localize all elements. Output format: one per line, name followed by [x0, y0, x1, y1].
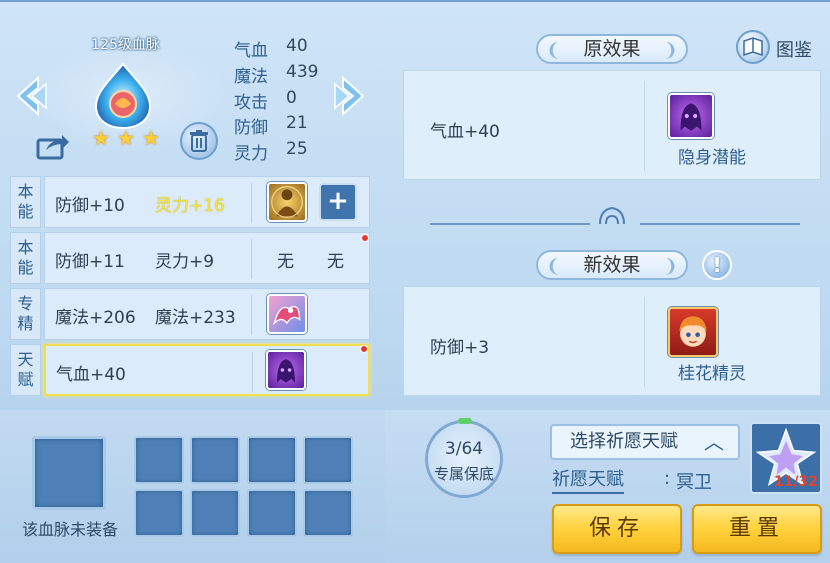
select-wish-label: 选择祈愿天赋 [570, 431, 678, 452]
add-plus-icon[interactable]: + [319, 183, 357, 221]
blood-vein-screen: 125级血脉 ★ ★ ★ 气血 40 魔法 439 攻击 0 防御 21 灵力 … [0, 0, 830, 563]
codex-label[interactable]: 图鉴 [776, 36, 812, 62]
divider [644, 81, 645, 171]
slot-row-instinct-1[interactable]: 本能 防御+10 灵力+16 + [10, 176, 370, 228]
new-effect-box: 防御+3 桂花精灵 [403, 286, 821, 396]
slot-attr-1: 气血+40 [56, 365, 126, 385]
star-icon: ★ [142, 126, 160, 150]
slot-body-selected[interactable]: 气血+40 [44, 344, 370, 396]
main-equipment-slot[interactable] [32, 436, 106, 510]
divider [251, 183, 252, 223]
slot-row-instinct-2[interactable]: 本能 防御+11 灵力+9 无 无 [10, 232, 370, 284]
slot-tag: 本能 [10, 232, 41, 284]
stat-label: 气血 [234, 41, 268, 61]
star-icon: ★ [92, 126, 110, 150]
equipment-slot[interactable] [303, 436, 353, 484]
info-alert-icon[interactable]: ! [702, 250, 732, 280]
stat-label: 魔法 [234, 67, 268, 87]
stat-value: 439 [286, 62, 319, 82]
invisible-ghost-icon[interactable] [668, 93, 714, 139]
reset-button[interactable]: 重置 [692, 504, 822, 554]
equipment-slot[interactable] [247, 489, 297, 537]
guarantee-count: 3/64 [444, 439, 484, 459]
stat-label: 防御 [234, 118, 268, 138]
unequipped-label: 该血脉未装备 [21, 520, 118, 539]
exclusive-guarantee-counter: 3/64 专属保底 [425, 418, 503, 498]
stat-value: 40 [286, 36, 308, 56]
original-effect-text: 气血+40 [430, 122, 500, 142]
slot-attr-2: 魔法+233 [155, 308, 236, 328]
slot-row-specialty[interactable]: 专精 魔法+206 魔法+233 [10, 288, 370, 340]
slot-body[interactable]: 魔法+206 魔法+233 [44, 288, 370, 340]
equipment-slot[interactable] [134, 436, 184, 484]
pink-dragon-icon[interactable] [267, 294, 307, 334]
stat-value: 0 [286, 88, 297, 108]
slot-body[interactable]: 防御+11 灵力+9 无 无 [44, 232, 370, 284]
chevron-up-icon: ︿ [704, 430, 724, 454]
select-wish-talent-dropdown[interactable]: 选择祈愿天赋 ︿ [550, 424, 740, 460]
save-button[interactable]: 保存 [552, 504, 682, 554]
slot-attr-1: 防御+10 [55, 196, 125, 216]
equipment-slot[interactable] [190, 489, 240, 537]
stat-value: 25 [286, 139, 308, 159]
star-icon: ★ [117, 126, 135, 150]
invisible-ghost-icon[interactable] [266, 350, 306, 390]
new-skill-name: 桂花精灵 [678, 364, 746, 384]
original-effect-title: 原效果 [536, 34, 688, 64]
empty-slot-text: 无 [327, 252, 344, 272]
equipment-slot[interactable] [134, 489, 184, 537]
slot-attr-2: 灵力+9 [155, 252, 215, 272]
divider [251, 295, 252, 335]
wish-talent-label: 祈愿天赋 [552, 468, 624, 494]
slot-tag: 本能 [10, 176, 41, 228]
slot-attr-1: 防御+11 [55, 252, 125, 272]
trash-icon[interactable] [180, 122, 218, 160]
blood-level-label: 125级血脉 [91, 37, 160, 53]
empty-slot-text: 无 [277, 252, 294, 272]
stat-label: 攻击 [234, 93, 268, 113]
stat-value: 21 [286, 113, 308, 133]
guarantee-progress [458, 418, 472, 424]
new-effect-title: 新效果 [536, 250, 688, 280]
new-effect-text: 防御+3 [430, 338, 490, 358]
golden-buddha-icon[interactable] [267, 182, 307, 222]
slot-row-talent[interactable]: 天赋 气血+40 [10, 344, 370, 396]
star-rating: ★ ★ ★ [92, 128, 162, 150]
stat-hp: 气血 40 [234, 36, 354, 61]
slot-attr-2: 灵力+16 [155, 196, 225, 216]
stat-attack: 攻击 0 [234, 88, 354, 113]
divider-ornament [420, 200, 810, 230]
slot-tag: 专精 [10, 288, 41, 340]
crystal-count: 11/32 [773, 474, 818, 490]
slot-attr-1: 魔法+206 [55, 308, 136, 328]
wish-talent-colon: : [664, 468, 671, 489]
original-skill-name: 隐身潜能 [678, 148, 746, 168]
crystal-item-slot[interactable]: 11/32 [750, 422, 822, 494]
wish-talent-value: 冥卫 [676, 472, 712, 493]
slot-body[interactable]: 防御+10 灵力+16 + [44, 176, 370, 228]
blood-emblem-icon [88, 60, 158, 130]
stat-mp: 魔法 439 [234, 62, 354, 87]
divider [252, 352, 253, 392]
divider [251, 239, 252, 279]
stat-label: 灵力 [234, 144, 268, 164]
original-effect-box: 气血+40 隐身潜能 [403, 70, 821, 180]
red-dot-badge [360, 345, 368, 353]
stat-spirit: 灵力 25 [234, 139, 354, 164]
stat-defense: 防御 21 [234, 113, 354, 138]
equipment-slot[interactable] [190, 436, 240, 484]
slot-tag: 天赋 [10, 344, 41, 396]
equipment-slot[interactable] [303, 489, 353, 537]
osmanthus-sprite-icon[interactable] [668, 307, 718, 357]
equipment-slot[interactable] [247, 436, 297, 484]
previous-arrow-icon[interactable] [14, 75, 48, 117]
share-icon[interactable] [36, 132, 70, 160]
guarantee-label: 专属保底 [433, 465, 494, 483]
red-dot-badge [361, 234, 369, 242]
divider [644, 297, 645, 387]
codex-book-icon[interactable] [736, 30, 770, 64]
